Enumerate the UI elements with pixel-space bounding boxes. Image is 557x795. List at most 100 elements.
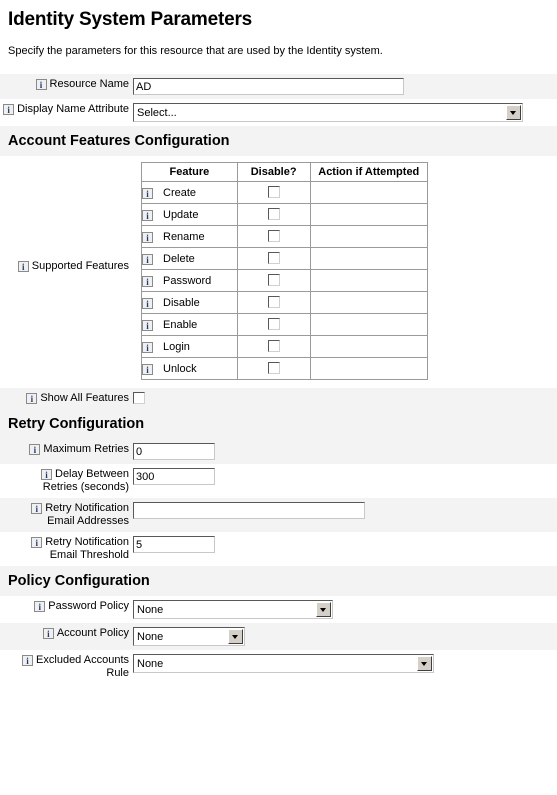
delay-between-retries-field-cell — [133, 468, 557, 485]
feature-disable-checkbox[interactable] — [267, 208, 280, 220]
section-account-features-configuration: Account Features Configuration — [0, 126, 557, 156]
feature-disable-checkbox[interactable] — [267, 186, 280, 198]
table-row: i Update — [141, 203, 429, 226]
page-title: Identity System Parameters — [8, 9, 253, 30]
feature-disable-checkbox[interactable] — [267, 252, 280, 264]
info-icon[interactable]: i — [142, 363, 153, 375]
info-icon[interactable]: i — [42, 628, 54, 639]
feature-disable-cell — [236, 247, 311, 270]
info-icon[interactable]: i — [142, 209, 153, 221]
display-name-attribute-label: i Display Name Attribute — [0, 103, 133, 116]
chevron-down-icon[interactable] — [506, 105, 521, 120]
feature-name-cell: i Update — [141, 203, 238, 226]
feature-disable-checkbox[interactable] — [267, 274, 280, 286]
feature-disable-checkbox[interactable] — [267, 318, 280, 330]
info-icon[interactable]: i — [142, 187, 153, 199]
account-policy-field-cell: None — [133, 627, 557, 646]
row-show-all-features: i Show All Features — [0, 388, 557, 409]
info-icon[interactable]: i — [29, 444, 41, 455]
retry-notification-email-threshold-label: i Retry Notification Email Threshold — [0, 536, 133, 562]
table-row: i Password — [141, 269, 429, 292]
maximum-retries-input[interactable] — [133, 443, 215, 460]
show-all-features-field-cell — [133, 392, 557, 405]
info-icon[interactable]: i — [142, 253, 153, 265]
row-maximum-retries: i Maximum Retries — [0, 439, 557, 464]
password-policy-select[interactable]: None — [133, 600, 333, 619]
password-policy-value: None — [137, 603, 164, 616]
password-policy-label-text: Password Policy — [48, 600, 129, 612]
supported-features-section: i Supported Features Feature Disable? Act… — [0, 156, 557, 388]
account-policy-select[interactable]: None — [133, 627, 245, 646]
feature-disable-cell — [236, 269, 311, 292]
feature-action-cell — [309, 247, 429, 270]
feature-action-cell — [309, 291, 429, 314]
info-icon[interactable]: i — [34, 601, 46, 612]
retry-notification-email-threshold-input[interactable] — [133, 536, 215, 553]
table-row: i Unlock — [141, 357, 429, 380]
retry-notification-email-addresses-label-line2: Email Addresses — [47, 515, 129, 527]
display-name-attribute-select[interactable]: Select... — [133, 103, 523, 122]
row-retry-notification-email-addresses: i Retry Notification Email Addresses — [0, 498, 557, 532]
retry-notification-email-addresses-input[interactable] — [133, 502, 365, 519]
table-row: i Rename — [141, 225, 429, 248]
feature-name-label: Unlock — [163, 362, 197, 375]
row-excluded-accounts-rule: i Excluded Accounts Rule None — [0, 650, 557, 684]
info-icon[interactable]: i — [17, 261, 29, 272]
info-icon[interactable]: i — [3, 104, 15, 115]
chevron-down-icon[interactable] — [417, 656, 432, 671]
resource-name-field-cell — [133, 78, 557, 95]
feature-disable-checkbox[interactable] — [267, 296, 280, 308]
chevron-down-icon[interactable] — [228, 629, 243, 644]
info-icon[interactable]: i — [41, 469, 52, 480]
account-policy-label: i Account Policy — [0, 627, 133, 640]
info-icon[interactable]: i — [31, 503, 43, 514]
info-icon[interactable]: i — [142, 341, 153, 353]
info-icon[interactable]: i — [142, 275, 153, 287]
features-table-body: i Create i Update i Rename i Delete i Password i Di… — [141, 181, 429, 380]
column-header-disable: Disable? — [236, 162, 311, 182]
row-account-policy: i Account Policy None — [0, 623, 557, 650]
info-icon[interactable]: i — [31, 537, 43, 548]
retry-notification-email-addresses-label: i Retry Notification Email Addresses — [0, 502, 133, 528]
feature-disable-checkbox[interactable] — [267, 230, 280, 242]
chevron-down-icon[interactable] — [316, 602, 331, 617]
info-icon[interactable]: i — [142, 319, 153, 331]
table-row: i Create — [141, 181, 429, 204]
info-icon[interactable]: i — [142, 231, 153, 243]
row-resource-name: i Resource Name — [0, 74, 557, 99]
feature-disable-checkbox[interactable] — [267, 362, 280, 374]
resource-name-label-text: Resource Name — [49, 78, 129, 90]
maximum-retries-field-cell — [133, 443, 557, 460]
feature-action-cell — [309, 181, 429, 204]
info-icon[interactable]: i — [26, 393, 38, 404]
info-icon[interactable]: i — [142, 297, 153, 309]
feature-name-cell: i Login — [141, 335, 238, 358]
column-header-action: Action if Attempted — [309, 162, 429, 182]
info-icon[interactable]: i — [22, 655, 34, 666]
delay-between-retries-input[interactable] — [133, 468, 215, 485]
maximum-retries-label: i Maximum Retries — [0, 443, 133, 456]
feature-action-cell — [309, 313, 429, 336]
feature-disable-cell — [236, 203, 311, 226]
account-policy-value: None — [137, 630, 164, 643]
feature-action-cell — [309, 335, 429, 358]
excluded-accounts-rule-select[interactable]: None — [133, 654, 434, 673]
delay-between-retries-label-line1: Delay Between — [55, 468, 129, 480]
feature-name-cell: i Disable — [141, 291, 238, 314]
maximum-retries-label-text: Maximum Retries — [43, 443, 129, 455]
row-retry-notification-email-threshold: i Retry Notification Email Threshold — [0, 532, 557, 566]
section-policy-configuration: Policy Configuration — [0, 566, 557, 596]
info-icon[interactable]: i — [35, 79, 47, 90]
delay-between-retries-label-line2: Retries (seconds) — [42, 481, 129, 493]
table-row: i Disable — [141, 291, 429, 314]
feature-name-label: Login — [163, 340, 190, 353]
feature-action-cell — [309, 203, 429, 226]
show-all-features-label-text: Show All Features — [40, 392, 129, 404]
feature-name-label: Password — [163, 274, 212, 287]
supported-features-label-text: Supported Features — [31, 260, 129, 272]
feature-disable-cell — [236, 181, 311, 204]
feature-disable-checkbox[interactable] — [267, 340, 280, 352]
feature-disable-cell — [236, 313, 311, 336]
resource-name-input[interactable] — [133, 78, 404, 95]
show-all-features-checkbox[interactable] — [133, 392, 145, 404]
